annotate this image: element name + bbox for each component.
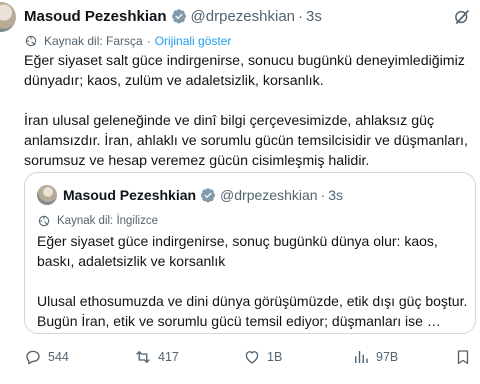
reply-icon bbox=[26, 350, 40, 365]
separator-dot: · bbox=[298, 7, 303, 25]
translation-separator: · bbox=[146, 34, 151, 48]
repost-icon bbox=[136, 350, 150, 364]
author-name[interactable]: Masoud Pezeshkian bbox=[24, 8, 167, 25]
tweet-header: Masoud Pezeshkian @drpezeshkian · 3s bbox=[24, 6, 322, 26]
quoted-paragraph: Eğer siyaset güce indirgenirse, sonuç bu… bbox=[37, 233, 438, 269]
repost-count: 417 bbox=[158, 350, 179, 364]
like-count: 1B bbox=[267, 350, 283, 364]
quoted-translation-bar: Kaynak dil: İngilizce bbox=[37, 213, 158, 229]
quoted-tweet[interactable]: Masoud Pezeshkian @drpezeshkian · 3s Kay… bbox=[24, 172, 476, 334]
verified-badge-icon bbox=[201, 188, 216, 203]
views-icon bbox=[355, 351, 368, 363]
translate-icon bbox=[38, 215, 50, 227]
quoted-tweet-time: 3s bbox=[328, 187, 344, 203]
author-avatar[interactable] bbox=[0, 2, 16, 32]
like-button[interactable]: 1B bbox=[243, 346, 282, 368]
heart-icon bbox=[245, 351, 259, 364]
reply-button[interactable]: 544 bbox=[24, 346, 69, 368]
reply-count: 544 bbox=[48, 350, 69, 364]
views-count: 97B bbox=[376, 350, 399, 364]
tweet-actions: 544 417 1B 97B bbox=[24, 346, 476, 368]
translate-icon bbox=[25, 35, 37, 47]
tweet-text: Eğer siyaset salt güce indirgenirse, son… bbox=[24, 51, 476, 171]
repost-button[interactable]: 417 bbox=[134, 346, 179, 368]
translation-bar: Kaynak dil: Farsça · Orijinali göster bbox=[24, 33, 231, 49]
author-handle[interactable]: @drpezeshkian bbox=[191, 8, 295, 25]
quoted-tweet-header: Masoud Pezeshkian @drpezeshkian · 3s bbox=[37, 185, 343, 205]
quoted-author-name: Masoud Pezeshkian bbox=[63, 187, 197, 203]
verified-badge-icon bbox=[171, 9, 186, 24]
show-original-link[interactable]: Orijinali göster bbox=[155, 34, 232, 48]
views-button[interactable]: 97B bbox=[352, 346, 398, 368]
quoted-author-avatar bbox=[37, 185, 57, 205]
grok-icon[interactable] bbox=[453, 8, 471, 26]
quoted-author-handle: @drpezeshkian bbox=[220, 187, 318, 203]
quoted-tweet-text: Eğer siyaset güce indirgenirse, sonuç bu… bbox=[37, 231, 469, 331]
tweet-time[interactable]: 3s bbox=[306, 8, 322, 25]
quoted-paragraph: Ulusal ethosumuzda ve dini dünya görüşüm… bbox=[37, 293, 468, 329]
bookmark-button[interactable] bbox=[454, 346, 472, 368]
separator-dot: · bbox=[320, 187, 326, 203]
tweet-paragraph: Eğer siyaset salt güce indirgenirse, son… bbox=[24, 53, 465, 89]
quoted-source-language-label: Kaynak dil: İngilizce bbox=[57, 215, 158, 227]
bookmark-icon bbox=[457, 350, 469, 365]
tweet-paragraph: İran ulusal geleneğinde ve dinî bilgi çe… bbox=[24, 113, 468, 169]
source-language-label: Kaynak dil: Farsça bbox=[44, 34, 143, 48]
